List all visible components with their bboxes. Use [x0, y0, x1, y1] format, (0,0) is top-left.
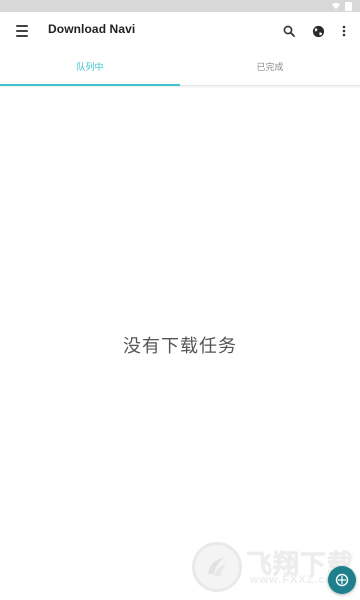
app-bar: Download Navi — [0, 12, 360, 50]
tab-bar: 队列中 已完成 — [0, 50, 360, 86]
menu-icon[interactable] — [12, 21, 32, 41]
status-bar — [0, 0, 360, 12]
tab-queued-label: 队列中 — [76, 62, 104, 72]
globe-icon — [312, 25, 324, 37]
more-vert-icon — [342, 25, 346, 37]
more-options-button[interactable] — [334, 21, 354, 41]
tab-indicator — [0, 84, 180, 86]
search-button[interactable] — [279, 21, 299, 41]
battery-icon — [345, 1, 352, 11]
tab-queued[interactable]: 队列中 — [0, 50, 180, 86]
watermark-logo-icon — [192, 542, 242, 592]
search-icon — [283, 25, 295, 37]
globe-button[interactable] — [308, 21, 328, 41]
empty-state-message: 没有下载任务 — [123, 336, 237, 356]
wifi-icon — [332, 2, 340, 10]
app-title: Download Navi — [48, 22, 136, 36]
tab-completed-label: 已完成 — [256, 62, 284, 72]
globe-icon — [335, 573, 349, 587]
app-screen: Download Navi 队列中 已完成 没有下载任务 飞翔下载 www.FX… — [0, 0, 360, 600]
status-icons — [332, 1, 352, 11]
floating-action-button[interactable] — [328, 566, 356, 594]
tab-completed[interactable]: 已完成 — [180, 50, 360, 85]
